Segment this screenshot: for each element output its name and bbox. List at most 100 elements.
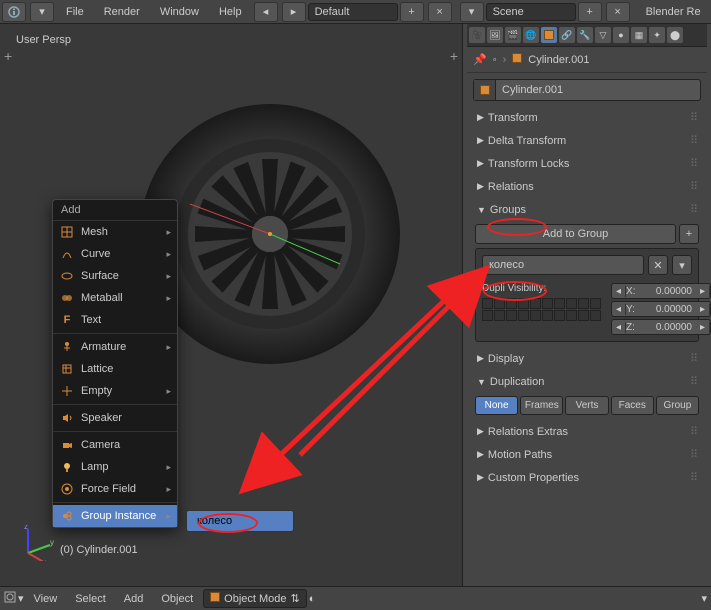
- menu-object[interactable]: Object: [153, 593, 201, 605]
- drag-handle-icon[interactable]: ⠿: [690, 448, 697, 461]
- drag-handle-icon[interactable]: ⠿: [690, 157, 697, 170]
- dupl-none-button[interactable]: None: [475, 396, 518, 415]
- layer-cell[interactable]: [506, 298, 517, 309]
- drag-handle-icon[interactable]: ⠿: [690, 111, 697, 124]
- drag-handle-icon[interactable]: ⠿: [690, 203, 697, 216]
- dupl-group-button[interactable]: Group: [656, 396, 699, 415]
- layer-cell[interactable]: [518, 310, 529, 321]
- add-empty[interactable]: Empty▸: [53, 380, 177, 402]
- dupl-verts-button[interactable]: Verts: [565, 396, 608, 415]
- layer-cell[interactable]: [554, 310, 565, 321]
- layer-cell[interactable]: [530, 298, 541, 309]
- coord-x[interactable]: ◂X:0.00000▸: [611, 283, 711, 299]
- layer-cell[interactable]: [530, 310, 541, 321]
- menu-file[interactable]: File: [56, 6, 94, 18]
- add-lamp[interactable]: Lamp▸: [53, 456, 177, 478]
- group-specials-button[interactable]: ▾: [672, 255, 692, 275]
- panel-transform[interactable]: ▶Transform⠿: [473, 107, 701, 128]
- tab-modifiers-icon[interactable]: 🔧: [577, 27, 593, 43]
- mode-selector[interactable]: Object Mode ⇅: [203, 589, 307, 608]
- panel-motion-paths[interactable]: ▶Motion Paths⠿: [473, 444, 701, 465]
- layer-grid[interactable]: [482, 298, 601, 321]
- panel-display[interactable]: ▶Display⠿: [473, 348, 701, 369]
- add-camera[interactable]: Camera: [53, 434, 177, 456]
- layer-cell[interactable]: [542, 310, 553, 321]
- add-speaker[interactable]: Speaker: [53, 407, 177, 429]
- tab-texture-icon[interactable]: ▦: [631, 27, 647, 43]
- scene-input[interactable]: [486, 3, 576, 21]
- editor-dropdown-icon[interactable]: ▾: [18, 592, 24, 605]
- group-name-field[interactable]: колесо: [482, 255, 644, 275]
- scene-icon[interactable]: ▾: [460, 2, 484, 22]
- add-lattice[interactable]: Lattice: [53, 358, 177, 380]
- layer-cell[interactable]: [554, 298, 565, 309]
- split-plus-icon[interactable]: +: [450, 48, 458, 64]
- layer-cell[interactable]: [566, 298, 577, 309]
- drag-handle-icon[interactable]: ⠿: [690, 375, 697, 388]
- add-to-group-button[interactable]: Add to Group: [475, 224, 676, 244]
- menu-add[interactable]: Add: [116, 593, 152, 605]
- editor-type-icon-right[interactable]: ▾: [701, 592, 707, 605]
- layout-del-icon[interactable]: ×: [428, 2, 452, 22]
- info-icon[interactable]: [2, 2, 26, 22]
- add-armature[interactable]: Armature▸: [53, 336, 177, 358]
- dupl-frames-button[interactable]: Frames: [520, 396, 563, 415]
- add-surface[interactable]: Surface▸: [53, 265, 177, 287]
- pin-icon[interactable]: 📌: [473, 53, 487, 66]
- panel-groups[interactable]: ▼Groups⠿: [473, 199, 701, 220]
- layer-cell[interactable]: [506, 310, 517, 321]
- drag-handle-icon[interactable]: ⠿: [690, 134, 697, 147]
- tab-physics-icon[interactable]: ⬤: [667, 27, 683, 43]
- menu-help[interactable]: Help: [209, 6, 252, 18]
- layer-cell[interactable]: [494, 310, 505, 321]
- dupl-faces-button[interactable]: Faces: [611, 396, 654, 415]
- tab-material-icon[interactable]: ●: [613, 27, 629, 43]
- panel-delta-transform[interactable]: ▶Delta Transform⠿: [473, 130, 701, 151]
- drag-handle-icon[interactable]: ⠿: [690, 471, 697, 484]
- layer-cell[interactable]: [482, 298, 493, 309]
- panel-duplication[interactable]: ▼Duplication⠿: [473, 371, 701, 392]
- remove-group-button[interactable]: ✕: [648, 255, 668, 275]
- add-metaball[interactable]: Metaball▸: [53, 287, 177, 309]
- layer-cell[interactable]: [482, 310, 493, 321]
- tab-layers-icon[interactable]: 🖼: [487, 27, 503, 43]
- tab-render-icon[interactable]: 🎥: [469, 27, 485, 43]
- add-forcefield[interactable]: Force Field▸: [53, 478, 177, 500]
- layer-cell[interactable]: [542, 298, 553, 309]
- object-name-input[interactable]: [496, 84, 700, 96]
- menu-select[interactable]: Select: [67, 593, 114, 605]
- panel-relations-extras[interactable]: ▶Relations Extras⠿: [473, 421, 701, 442]
- panel-custom-properties[interactable]: ▶Custom Properties⠿: [473, 467, 701, 488]
- add-text[interactable]: FText: [53, 309, 177, 331]
- layer-cell[interactable]: [590, 298, 601, 309]
- panel-transform-locks[interactable]: ▶Transform Locks⠿: [473, 153, 701, 174]
- editor-type-icon[interactable]: [4, 591, 16, 606]
- tab-world-icon[interactable]: 🌐: [523, 27, 539, 43]
- add-group-instance[interactable]: Group Instance▸: [53, 505, 177, 527]
- coord-y[interactable]: ◂Y:0.00000▸: [611, 301, 711, 317]
- object-name-field[interactable]: [473, 79, 701, 101]
- add-mesh[interactable]: Mesh▸: [53, 221, 177, 243]
- scene-add-icon[interactable]: +: [578, 2, 602, 22]
- layout-input[interactable]: [308, 3, 398, 21]
- coord-z[interactable]: ◂Z:0.00000▸: [611, 319, 711, 335]
- drag-handle-icon[interactable]: ⠿: [690, 425, 697, 438]
- tab-data-icon[interactable]: ▽: [595, 27, 611, 43]
- panel-relations[interactable]: ▶Relations⠿: [473, 176, 701, 197]
- split-plus-icon[interactable]: +: [4, 48, 12, 64]
- menu-render[interactable]: Render: [94, 6, 150, 18]
- layer-cell[interactable]: [578, 298, 589, 309]
- add-curve[interactable]: Curve▸: [53, 243, 177, 265]
- scene-del-icon[interactable]: ×: [606, 2, 630, 22]
- tab-object-icon[interactable]: [541, 27, 557, 43]
- drag-handle-icon[interactable]: ⠿: [690, 352, 697, 365]
- layer-cell[interactable]: [590, 310, 601, 321]
- layer-cell[interactable]: [518, 298, 529, 309]
- breadcrumb-object[interactable]: Cylinder.001: [528, 54, 589, 66]
- editor-type-icon[interactable]: ▾: [30, 2, 54, 22]
- fwd-icon[interactable]: ▸: [282, 2, 306, 22]
- shading-icon[interactable]: ◐: [309, 593, 316, 605]
- layer-cell[interactable]: [578, 310, 589, 321]
- group-instance-submenu-item[interactable]: колесо: [186, 510, 294, 532]
- layer-cell[interactable]: [566, 310, 577, 321]
